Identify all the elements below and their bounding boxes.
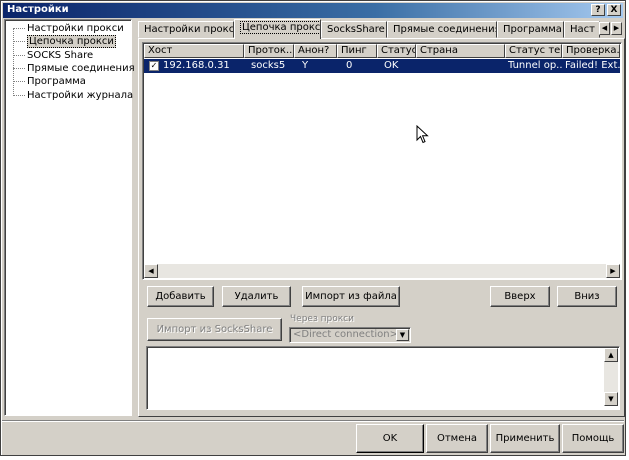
column-host[interactable]: Хост [144,44,244,58]
tree-item-socks-share[interactable]: SOCKS Share [13,50,93,62]
tab-scroll-right-icon[interactable]: ▶ [611,22,622,35]
cell-protocol: socks5 [251,60,286,71]
via-proxy-select[interactable]: <Direct connection> ▼ [289,327,411,343]
close-button[interactable]: X [607,4,621,16]
add-button[interactable]: Добавить [147,286,214,307]
tab-direct-connections[interactable]: Прямые соединения [387,21,497,38]
chevron-down-icon[interactable]: ▼ [396,329,409,341]
list-header: Хост Проток... Анон? Пинг Статус Страна … [144,44,620,58]
cell-host: 192.168.0.31 [163,60,230,71]
proxy-list[interactable]: Хост Проток... Анон? Пинг Статус Страна … [142,42,622,280]
import-file-button[interactable]: Импорт из файла [302,286,400,307]
apply-button[interactable]: Применить [490,424,560,453]
scroll-up-icon[interactable]: ▲ [604,348,618,362]
log-memo[interactable]: ▲ ▼ [146,346,620,410]
cell-country [416,59,505,73]
tree-item-program[interactable]: Программа [13,76,86,88]
scroll-down-icon[interactable]: ▼ [604,392,618,406]
move-down-button[interactable]: Вниз [557,286,617,307]
tab-scroll-left-icon[interactable]: ◀ [599,22,610,35]
scroll-right-icon[interactable]: ▶ [606,264,620,278]
tab-proxy-settings[interactable]: Настройки прокси [138,21,234,38]
move-up-button[interactable]: Вверх [490,286,550,307]
cell-anon: Y [302,60,309,71]
delete-button[interactable]: Удалить [222,286,291,307]
cell-ping: 0 [346,60,353,71]
tree-item-direct-connections[interactable]: Прямые соединения [13,63,135,75]
import-socksshare-button[interactable]: Импорт из SocksShare [147,318,282,341]
table-row[interactable]: ✓ 192.168.0.31 socks5 Y 0 OK Tunnel op..… [144,59,620,73]
scroll-left-icon[interactable]: ◀ [144,264,158,278]
footer-separator [2,420,624,422]
tree-item-proxy-chain[interactable]: Цепочка прокси [13,35,116,48]
column-ping[interactable]: Пинг [337,44,377,58]
mouse-pointer-icon [416,125,429,144]
title-bar: Настройки ? X [3,3,623,18]
horizontal-scrollbar[interactable]: ◀ ▶ [144,264,620,278]
ok-button[interactable]: OK [356,424,424,453]
cancel-button[interactable]: Отмена [426,424,488,453]
row-checkbox[interactable]: ✓ [149,61,159,71]
column-check[interactable]: Проверка... [562,44,620,58]
column-protocol[interactable]: Проток... [244,44,294,58]
tab-program[interactable]: Программа [497,21,564,38]
tab-log-truncated[interactable]: Наст [564,21,600,38]
column-tunnel-status[interactable]: Статус те... [505,44,562,58]
column-status[interactable]: Статус [377,44,416,58]
tab-socksshare[interactable]: SocksShare [321,21,387,38]
tab-strip: Настройки прокси Цепочка прокси SocksSha… [138,19,626,39]
vertical-scrollbar[interactable]: ▲ ▼ [604,348,618,406]
cell-check: Failed! Ext... [565,60,620,71]
tab-proxy-chain[interactable]: Цепочка прокси [234,19,321,39]
settings-tree: Настройки прокси Цепочка прокси SOCKS Sh… [4,19,135,416]
column-anon[interactable]: Анон? [294,44,337,58]
window-title: Настройки [7,4,69,15]
help-button[interactable]: Помощь [562,424,624,453]
cell-status: OK [384,60,399,71]
via-proxy-value: <Direct connection> [293,329,398,340]
tree-item-log-settings[interactable]: Настройки журнала [13,90,133,102]
column-country[interactable]: Страна [416,44,505,58]
cell-tunnel-status: Tunnel op... [508,60,562,71]
via-proxy-label: Через прокси [290,314,354,324]
tree-item-proxy-settings[interactable]: Настройки прокси [13,23,124,35]
help-title-button[interactable]: ? [591,4,605,16]
